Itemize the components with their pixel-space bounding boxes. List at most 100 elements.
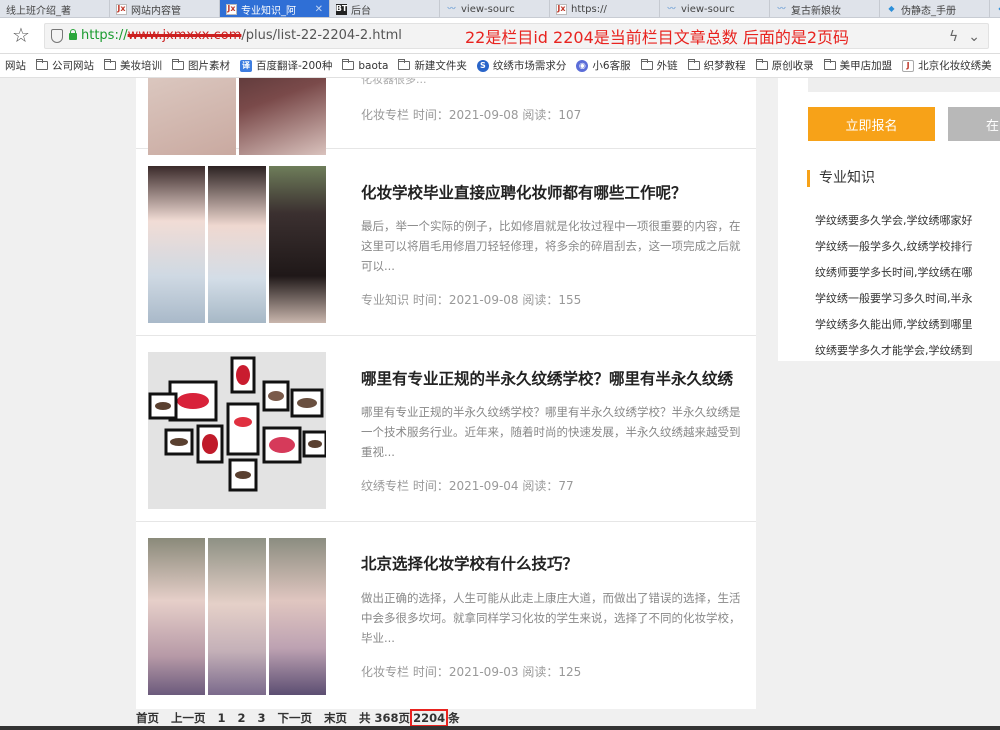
tab-strip: 线上班介绍_著 Jx 网站内容管 Jx 专业知识_阿 ✕ BT 后台 〰 vie… (0, 0, 1000, 18)
tab-3[interactable]: BT 后台 (330, 0, 440, 17)
bookmark-item[interactable]: 译百度翻译-200种 (235, 58, 337, 73)
bookmark-item[interactable]: 美甲店加盟 (819, 58, 898, 73)
url-protocol: https:// (81, 28, 128, 43)
article-item-partial[interactable]: 化妆器很多... 化妆专栏 时间：2021-09-08 阅读：107 (136, 78, 756, 155)
bookmark-item[interactable]: 织梦教程 (683, 58, 751, 73)
article-item[interactable]: 哪里有专业正规的半永久纹绣学校？哪里有半永久纹绣 哪里有专业正规的半永久纹绣学校… (136, 336, 756, 522)
article-meta: 化妆专栏 时间：2021-09-08 阅读：107 (361, 108, 582, 122)
article-thumbnail[interactable] (148, 78, 326, 155)
page-summary: 共 368页 2204 条 (359, 709, 460, 727)
sidebar-link[interactable]: 学纹绣多久能出师,学纹绣到哪里 (815, 312, 1000, 338)
tab-label: 线上班介绍_著 (6, 5, 71, 17)
sidebar-link[interactable]: 纹绣要学多久才能学会,学纹绣到 (815, 338, 1000, 361)
signup-button[interactable]: 立即报名 (808, 107, 935, 141)
article-meta: 化妆专栏 时间：2021-09-03 阅读：125 (361, 665, 582, 679)
tab-2-active[interactable]: Jx 专业知识_阿 ✕ (220, 0, 330, 17)
photo-placeholder (268, 166, 326, 323)
bookmark-item[interactable]: 外链 (636, 58, 683, 73)
article-thumbnail[interactable] (148, 166, 326, 323)
source-favicon-icon: 〰 (667, 4, 676, 13)
tab-label: 复古新娘妆 (791, 5, 841, 17)
folder-icon (823, 59, 836, 70)
tab-6[interactable]: 〰 view-sourc (660, 0, 770, 17)
bookmark-star-icon[interactable]: ☆ (12, 24, 30, 46)
photo-placeholder (148, 78, 236, 155)
tab-label: view-sourc (461, 3, 515, 15)
tab-label: 伪静态_手册 (901, 5, 956, 17)
photo-placeholder (238, 78, 326, 155)
url-path: /plus/list-22-2204-2.html (241, 28, 402, 43)
bookmark-item[interactable]: 图片素材 (167, 58, 235, 73)
lightning-icon[interactable]: ϟ (949, 29, 958, 45)
article-title[interactable]: 哪里有专业正规的半永久纹绣学校？哪里有半永久纹绣 (361, 367, 746, 389)
bookmark-item[interactable]: ◉ 小6客服 (571, 58, 635, 73)
bookmark-item[interactable]: baota (337, 59, 393, 72)
bookmark-item[interactable]: 原创收录 (751, 58, 819, 73)
lips-eyes-collage-image (148, 352, 326, 509)
shield-icon[interactable] (51, 29, 63, 43)
sidebar-link[interactable]: 纹绣师要学多长时间,学纹绣在哪 (815, 260, 1000, 286)
bookmark-item[interactable]: S 纹绣市场需求分 (472, 58, 572, 73)
first-page-link[interactable]: 首页 (136, 710, 159, 726)
sidebar-link[interactable]: 学纹绣要多久学会,学纹绣哪家好 (815, 208, 1000, 234)
bookmark-item[interactable]: 公司网站 (31, 58, 99, 73)
article-title[interactable]: 化妆学校毕业直接应聘化妆师都有哪些工作呢？ (361, 181, 746, 203)
folder-icon (755, 59, 768, 70)
baidu-translate-icon: 译 (240, 59, 252, 72)
jx-favicon-icon: J (902, 59, 915, 72)
bookmarks-bar: 网站 公司网站 美妆培训 图片素材 译百度翻译-200种 baota 新建文件夹… (0, 54, 1000, 78)
prev-page-link[interactable]: 上一页 (171, 710, 206, 726)
photo-placeholder (148, 166, 206, 323)
folder-icon (342, 59, 355, 70)
taskbar-edge (0, 726, 1000, 730)
sidebar-link[interactable]: 学纹绣一般学多久,纹绣学校排行 (815, 234, 1000, 260)
tab-label: 后台 (351, 5, 371, 17)
sidebar-link[interactable]: 学纹绣一般要学习多久时间,半永 (815, 286, 1000, 312)
bookmark-item[interactable]: 网站 (0, 58, 31, 73)
folder-icon (398, 59, 411, 70)
market-icon: S (476, 59, 489, 72)
article-desc: 做出正确的选择，人生可能从此走上康庄大道，而做出了错误的选择，生活中会多很多坎坷… (361, 591, 741, 645)
chevron-down-icon[interactable]: ⌄ (968, 29, 980, 45)
tab-5[interactable]: Jx https:// (550, 0, 660, 17)
sidebar-link-list: 学纹绣要多久学会,学纹绣哪家好 学纹绣一般学多久,纹绣学校排行 纹绣师要学多长时… (815, 208, 1000, 361)
url-input[interactable]: https://www.jxmxxx.com/plus/list-22-2204… (44, 23, 989, 49)
tab-1[interactable]: Jx 网站内容管 (110, 0, 220, 17)
tab-7[interactable]: 〰 复古新娘妆 (770, 0, 880, 17)
lock-icon[interactable] (69, 29, 77, 40)
tab-4[interactable]: 〰 view-sourc (440, 0, 550, 17)
photo-placeholder (268, 538, 326, 695)
tab-0[interactable]: 线上班介绍_著 (0, 0, 110, 17)
article-desc: 哪里有专业正规的半永久纹绣学校？哪里有半永久纹绣学校？半永久纹绣是一个技术服务行… (361, 405, 741, 459)
pagination: 首页 上一页 1 2 3 下一页 末页 共 368页 2204 条 (136, 709, 460, 727)
jx-favicon-icon: Jx (556, 3, 567, 15)
photo-placeholder (148, 538, 206, 695)
photo-placeholder (208, 166, 266, 323)
page-link-3[interactable]: 3 (258, 711, 266, 725)
drop-favicon-icon: ◆ (996, 4, 1000, 15)
page-link-2[interactable]: 2 (238, 711, 246, 725)
jx-favicon-icon: Jx (116, 3, 127, 15)
article-thumbnail[interactable] (148, 352, 326, 509)
bookmark-item[interactable]: 新建文件夹 (393, 58, 472, 73)
next-page-link[interactable]: 下一页 (278, 710, 313, 726)
article-thumbnail[interactable] (148, 538, 326, 695)
sidebar-input-partial[interactable] (808, 78, 1000, 92)
bookmark-item[interactable]: J 北京化妆纹绣美 (897, 58, 997, 73)
folder-icon (640, 59, 653, 70)
article-item[interactable]: 化妆学校毕业直接应聘化妆师都有哪些工作呢？ 最后，举一个实际的例子，比如修眉就是… (136, 150, 756, 336)
tab-8[interactable]: ◆ 伪静态_手册 (880, 0, 990, 17)
article-desc: 最后，举一个实际的例子，比如修眉就是化妆过程中一项很重要的内容，在这里可以将眉毛… (361, 219, 741, 273)
folder-icon (687, 59, 700, 70)
bookmark-item[interactable]: 美妆培训 (99, 58, 167, 73)
article-title[interactable]: 北京选择化妆学校有什么技巧？ (361, 552, 746, 574)
folder-icon (36, 59, 48, 70)
article-item[interactable]: 北京选择化妆学校有什么技巧？ 做出正确的选择，人生可能从此走上康庄大道，而做出了… (136, 522, 756, 708)
tab-9[interactable]: ◆ 提问 (990, 0, 1000, 17)
page-link-1[interactable]: 1 (218, 711, 226, 725)
consult-button[interactable]: 在 (948, 107, 1000, 141)
last-page-link[interactable]: 末页 (324, 710, 347, 726)
close-icon[interactable]: ✕ (315, 4, 323, 15)
red-annotation-note: 22是栏目id 2204是当前栏目文章总数 后面的是2页码 (465, 28, 850, 47)
folder-icon (104, 59, 116, 70)
